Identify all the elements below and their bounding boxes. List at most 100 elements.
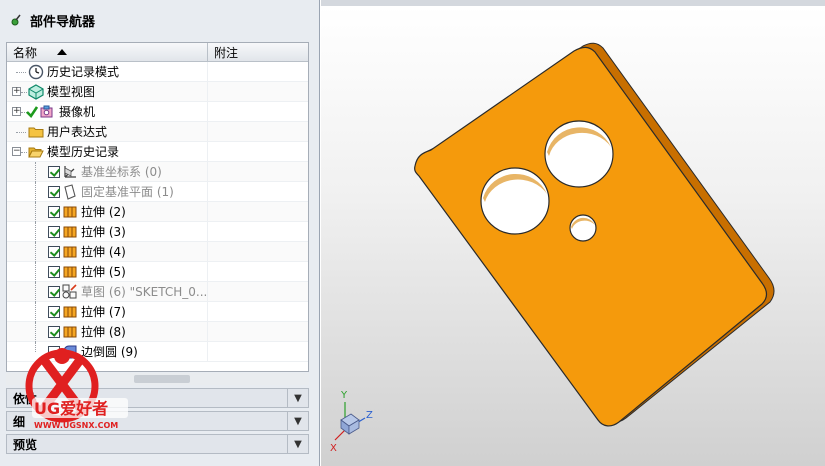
tree-row-model-views[interactable]: + 模型视图 [7, 82, 308, 102]
scrollbar-thumb[interactable] [134, 375, 190, 383]
chevron-down-icon[interactable]: ▼ [287, 435, 308, 453]
tree-row-note [208, 262, 308, 281]
tree-row-extrude-4[interactable]: 拉伸 (4) [7, 242, 308, 262]
tree-line [35, 182, 36, 202]
watermark-brand-text: UG爱好者 [34, 399, 108, 418]
visibility-checkbox[interactable] [48, 226, 60, 238]
collapse-minus-icon[interactable]: − [12, 147, 21, 156]
sketch-icon [62, 284, 78, 300]
visibility-checkbox[interactable] [48, 266, 60, 278]
green-check-icon [26, 104, 39, 120]
tree-item-label: 用户表达式 [47, 125, 108, 139]
visibility-checkbox[interactable] [48, 206, 60, 218]
tree-row-note [208, 182, 308, 201]
triad-z-label: Z [366, 410, 373, 421]
tree-row-datum-csys[interactable]: 基准坐标系 (0) [7, 162, 308, 182]
visibility-checkbox[interactable] [48, 306, 60, 318]
navigator-title-bar: 部件导航器 [8, 10, 95, 30]
tree-row-note [208, 302, 308, 321]
tree-item-label: 草图 (6) "SKETCH_0... [81, 285, 208, 299]
tree-line [35, 302, 36, 322]
tree-item-label: 拉伸 (4) [81, 245, 126, 259]
navigator-tree[interactable]: 名称 附注 历史记录模式 + 模型视图 + 摄像机 用户表达式 − 模型历史记录… [6, 42, 309, 372]
tree-line [16, 72, 26, 73]
tree-row-note [208, 102, 308, 121]
extrude-icon [62, 204, 78, 220]
tree-row-sketch[interactable]: 草图 (6) "SKETCH_0... [7, 282, 308, 302]
tree-line [21, 152, 27, 153]
model-view[interactable]: Y Z X [321, 6, 825, 466]
visibility-checkbox[interactable] [48, 246, 60, 258]
expand-plus-icon[interactable]: + [12, 107, 21, 116]
folder-icon [28, 124, 44, 140]
tree-item-label: 拉伸 (7) [81, 305, 126, 319]
tree-row-extrude-2[interactable]: 拉伸 (2) [7, 202, 308, 222]
tree-line [21, 92, 27, 93]
datum-csys-icon [62, 164, 78, 180]
tree-item-label: 摄像机 [59, 105, 96, 119]
column-header-note[interactable]: 附注 [208, 43, 308, 61]
extrude-icon [62, 224, 78, 240]
tree-row-note [208, 342, 308, 361]
tree-row-note [208, 202, 308, 221]
tree-header: 名称 附注 [7, 43, 308, 62]
visibility-checkbox[interactable] [48, 326, 60, 338]
graphics-viewport[interactable]: Y Z X [321, 0, 825, 466]
tree-row-note [208, 162, 308, 181]
visibility-checkbox[interactable] [48, 186, 60, 198]
sort-ascending-icon [57, 49, 68, 55]
datum-plane-icon [62, 184, 78, 200]
tree-line [35, 162, 36, 182]
tree-line [16, 132, 26, 133]
watermark-url-text: WWW.UGSNX.COM [34, 421, 118, 430]
tree-item-label: 基准坐标系 (0) [81, 165, 162, 179]
tree-row-note [208, 122, 308, 141]
tree-item-label: 历史记录模式 [47, 65, 120, 79]
part-navigator: 部件导航器 名称 附注 历史记录模式 + 模型视图 + 摄像机 用户表达式 − … [0, 0, 320, 466]
tree-row-note [208, 282, 308, 301]
column-note-label: 附注 [214, 45, 239, 60]
tree-line [35, 222, 36, 242]
ugsnx-watermark-logo: UG爱好者 WWW.UGSNX.COM [20, 338, 130, 438]
tree-line [35, 202, 36, 222]
tree-row-extrude-5[interactable]: 拉伸 (5) [7, 262, 308, 282]
tree-row-history-mode[interactable]: 历史记录模式 [7, 62, 308, 82]
pin-icon[interactable] [8, 13, 22, 27]
tree-row-user-expressions[interactable]: 用户表达式 [7, 122, 308, 142]
tree-item-label: 拉伸 (5) [81, 265, 126, 279]
chevron-down-icon[interactable]: ▼ [287, 389, 308, 407]
extrude-icon [62, 244, 78, 260]
camera-icon [39, 104, 55, 120]
extrude-icon [62, 264, 78, 280]
tree-row-note [208, 322, 308, 341]
model-views-icon [28, 84, 44, 100]
tree-row-model-history[interactable]: − 模型历史记录 [7, 142, 308, 162]
tree-row-note [208, 242, 308, 261]
column-header-name[interactable]: 名称 [7, 43, 208, 61]
tree-row-note [208, 82, 308, 101]
tree-row-note [208, 142, 308, 161]
chevron-down-icon[interactable]: ▼ [287, 412, 308, 430]
triad-x-label: X [330, 443, 337, 454]
tree-line [35, 262, 36, 282]
tree-item-label: 模型历史记录 [47, 145, 120, 159]
tree-item-label: 拉伸 (2) [81, 205, 126, 219]
tree-item-label: 固定基准平面 (1) [81, 185, 174, 199]
tree-row-note [208, 222, 308, 241]
expand-plus-icon[interactable]: + [12, 87, 21, 96]
tree-row-camera[interactable]: + 摄像机 [7, 102, 308, 122]
tree-item-label: 拉伸 (3) [81, 225, 126, 239]
panel-label: 预览 [13, 437, 38, 452]
csys-triad: Y Z X [330, 390, 373, 454]
visibility-checkbox[interactable] [48, 286, 60, 298]
tree-row-extrude-7[interactable]: 拉伸 (7) [7, 302, 308, 322]
navigator-title: 部件导航器 [30, 14, 96, 30]
tree-line [35, 282, 36, 302]
visibility-checkbox[interactable] [48, 166, 60, 178]
extrude-icon [62, 304, 78, 320]
clock-icon [28, 64, 44, 80]
tree-row-datum-plane[interactable]: 固定基准平面 (1) [7, 182, 308, 202]
triad-x-axis [334, 429, 346, 441]
column-name-label: 名称 [13, 45, 38, 60]
tree-row-extrude-3[interactable]: 拉伸 (3) [7, 222, 308, 242]
